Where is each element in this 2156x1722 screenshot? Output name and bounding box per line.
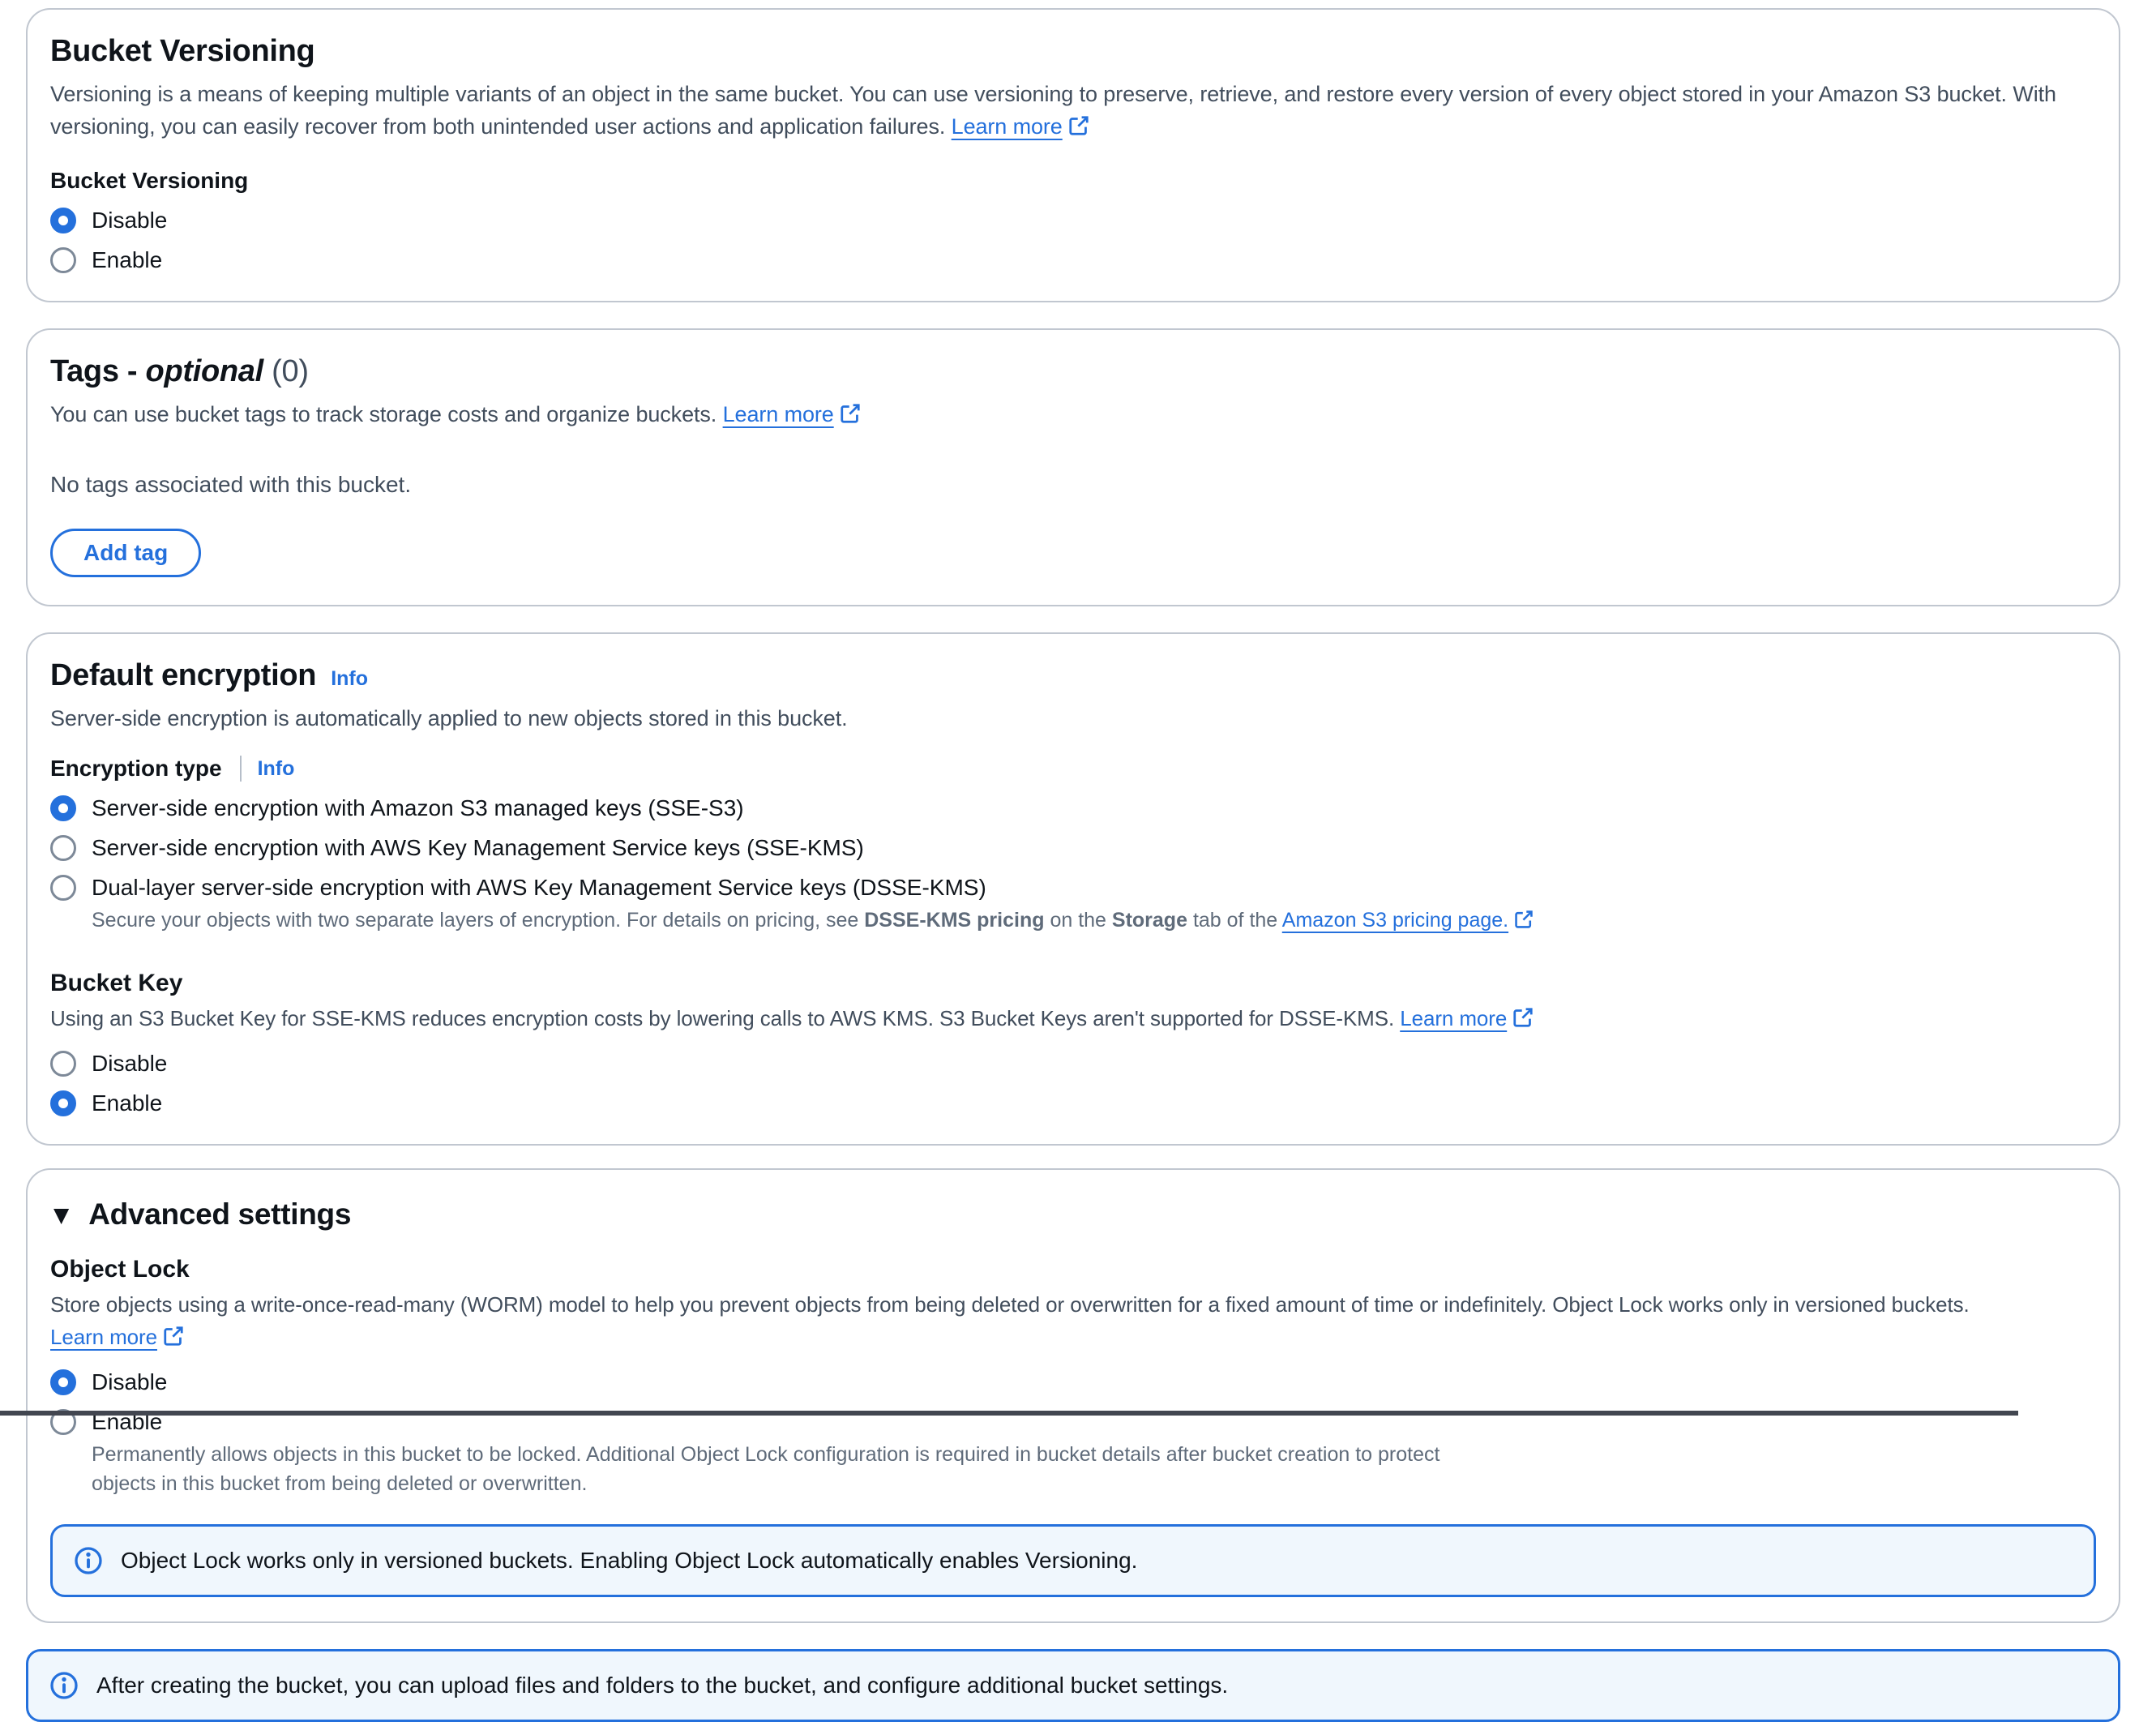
- tags-count: (0): [272, 354, 309, 388]
- bucket-versioning-option-enable[interactable]: Enable: [50, 247, 2096, 273]
- default-encryption-description: Server-side encryption is automatically …: [50, 702, 2096, 735]
- bucket-versioning-card: Bucket Versioning Versioning is a means …: [26, 8, 2120, 302]
- info-icon: [74, 1546, 103, 1575]
- advanced-settings-title: Advanced settings: [88, 1197, 351, 1232]
- radio-selected-icon[interactable]: [50, 795, 76, 821]
- divider: [240, 756, 242, 782]
- external-link-icon: [1514, 908, 1534, 937]
- advanced-settings-card: ▼ Advanced settings Object Lock Store ob…: [26, 1168, 2120, 1623]
- radio-unselected-icon[interactable]: [50, 1051, 76, 1077]
- tags-learn-more-link[interactable]: Learn more: [723, 402, 861, 426]
- encryption-option-sse-kms[interactable]: Server-side encryption with AWS Key Mana…: [50, 835, 2096, 861]
- advanced-settings-toggle[interactable]: ▼ Advanced settings: [50, 1197, 2096, 1232]
- bucket-key-learn-more-link[interactable]: Learn more: [1400, 1006, 1534, 1030]
- radio-unselected-icon[interactable]: [50, 835, 76, 861]
- tags-empty-text: No tags associated with this bucket.: [50, 472, 2096, 498]
- default-encryption-info-link[interactable]: Info: [331, 667, 368, 691]
- radio-unselected-icon[interactable]: [50, 875, 76, 901]
- external-link-icon: [840, 401, 861, 433]
- caret-down-icon: ▼: [53, 1203, 69, 1227]
- bucket-versioning-field-label: Bucket Versioning: [50, 168, 2096, 194]
- radio-selected-icon[interactable]: [50, 208, 76, 233]
- default-encryption-card: Default encryption Info Server-side encr…: [26, 632, 2120, 1146]
- object-lock-option-disable[interactable]: Disable: [50, 1369, 2096, 1395]
- tags-description: You can use bucket tags to track storage…: [50, 398, 2096, 433]
- info-icon: [49, 1671, 79, 1700]
- object-lock-description: Store objects using a write-once-read-ma…: [50, 1288, 2096, 1356]
- radio-unselected-icon[interactable]: [50, 247, 76, 273]
- object-lock-alert-text: Object Lock works only in versioned buck…: [121, 1548, 1137, 1574]
- tags-card: Tags - optional (0) You can use bucket t…: [26, 328, 2120, 606]
- radio-selected-icon[interactable]: [50, 1090, 76, 1116]
- bucket-versioning-option-disable[interactable]: Disable: [50, 208, 2096, 233]
- object-lock-info-alert: Object Lock works only in versioned buck…: [50, 1524, 2096, 1597]
- bucket-key-description: Using an S3 Bucket Key for SSE-KMS reduc…: [50, 1002, 2096, 1037]
- bucket-versioning-title: Bucket Versioning: [50, 32, 2096, 70]
- external-link-icon: [163, 1323, 184, 1356]
- bucket-versioning-radio-group: Disable Enable: [50, 208, 2096, 273]
- add-tag-button[interactable]: Add tag: [50, 529, 201, 577]
- bottom-edge-bar: [0, 1411, 2018, 1416]
- tags-title: Tags - optional (0): [50, 353, 2096, 390]
- object-lock-learn-more-link[interactable]: Learn more: [50, 1325, 184, 1349]
- external-link-icon: [1068, 113, 1089, 145]
- object-lock-label: Object Lock: [50, 1256, 2096, 1283]
- bucket-key-radio-group: Disable Enable: [50, 1051, 2096, 1116]
- default-encryption-title: Default encryption: [50, 657, 316, 694]
- object-lock-radio-group: Disable Enable Permanently allows object…: [50, 1369, 2096, 1498]
- bucket-key-option-enable[interactable]: Enable: [50, 1090, 2096, 1116]
- bucket-key-label: Bucket Key: [50, 970, 2096, 997]
- object-lock-enable-note: Permanently allows objects in this bucke…: [92, 1440, 1453, 1498]
- dsse-kms-note: Secure your objects with two separate la…: [92, 906, 2096, 937]
- radio-selected-icon[interactable]: [50, 1369, 76, 1395]
- bucket-key-option-disable[interactable]: Disable: [50, 1051, 2096, 1077]
- s3-pricing-page-link[interactable]: Amazon S3 pricing page.: [1282, 909, 1534, 932]
- encryption-type-label: Encryption type: [50, 756, 222, 782]
- encryption-type-radio-group: Server-side encryption with Amazon S3 ma…: [50, 795, 2096, 937]
- bucket-versioning-description: Versioning is a means of keeping multipl…: [50, 78, 2096, 145]
- encryption-option-sse-s3[interactable]: Server-side encryption with Amazon S3 ma…: [50, 795, 2096, 821]
- footer-alert-text: After creating the bucket, you can uploa…: [96, 1673, 1228, 1698]
- encryption-type-info-link[interactable]: Info: [258, 757, 295, 781]
- external-link-icon: [1512, 1004, 1534, 1037]
- bucket-versioning-learn-more-link[interactable]: Learn more: [952, 114, 1089, 139]
- encryption-option-dsse-kms[interactable]: Dual-layer server-side encryption with A…: [50, 875, 2096, 901]
- post-creation-info-alert: After creating the bucket, you can uploa…: [26, 1649, 2120, 1722]
